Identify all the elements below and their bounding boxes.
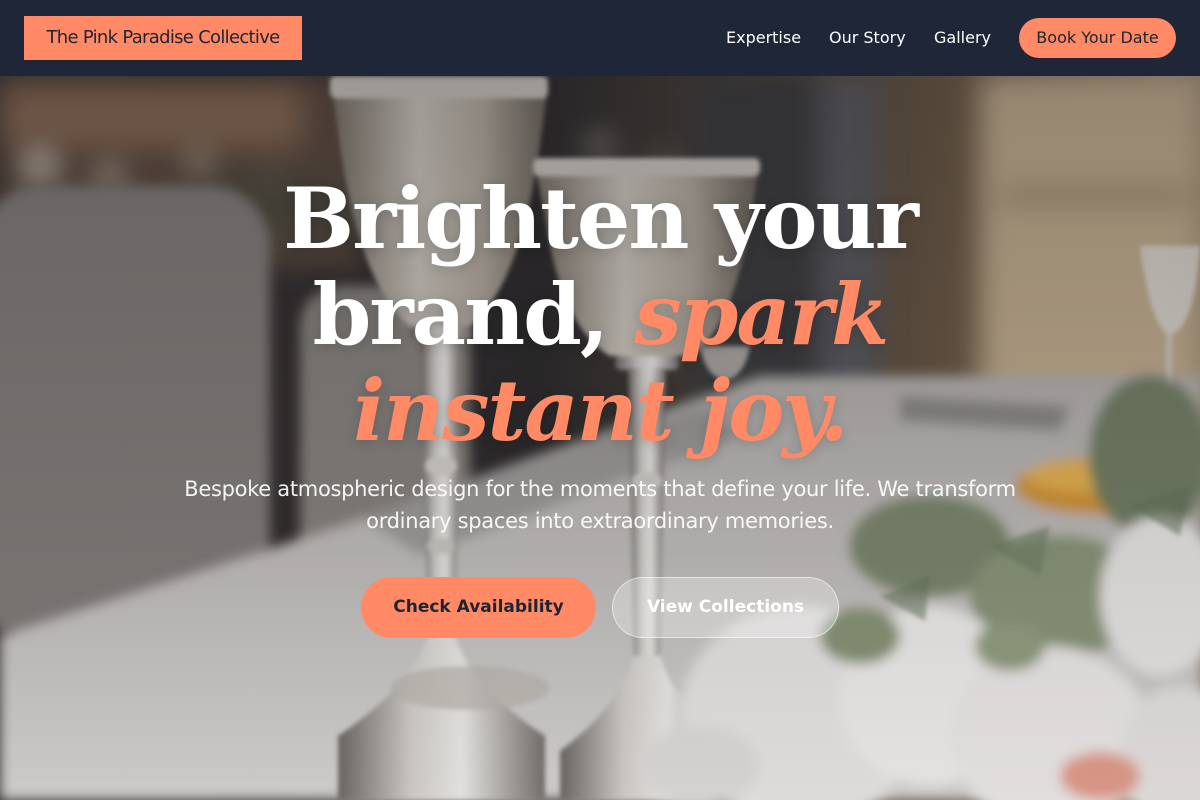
nav-link-our-story[interactable]: Our Story [829,27,906,49]
nav-link-expertise[interactable]: Expertise [726,27,801,49]
nav-link-gallery[interactable]: Gallery [934,27,991,49]
hero-subtitle: Bespoke atmospheric design for the momen… [184,477,1016,533]
hero-headline: Brighten your brand, spark instant joy. [0,171,1200,459]
headline-accent-spark: spark [634,265,889,364]
hero-section: Brighten your brand, spark instant joy. … [0,76,1200,800]
landing-page: The Pink Paradise Collective Expertise O… [0,0,1200,800]
headline-line-1: Brighten your [283,169,919,268]
headline-accent-instant-joy: instant joy. [353,361,848,460]
brand-logo[interactable]: The Pink Paradise Collective [24,16,302,60]
headline-brand-text: brand, [312,265,635,364]
headline-line-2: brand, spark [0,267,1200,363]
view-collections-button[interactable]: View Collections [612,577,839,638]
book-your-date-button[interactable]: Book Your Date [1019,18,1176,58]
check-availability-button[interactable]: Check Availability [361,577,596,638]
site-header: The Pink Paradise Collective Expertise O… [0,0,1200,76]
